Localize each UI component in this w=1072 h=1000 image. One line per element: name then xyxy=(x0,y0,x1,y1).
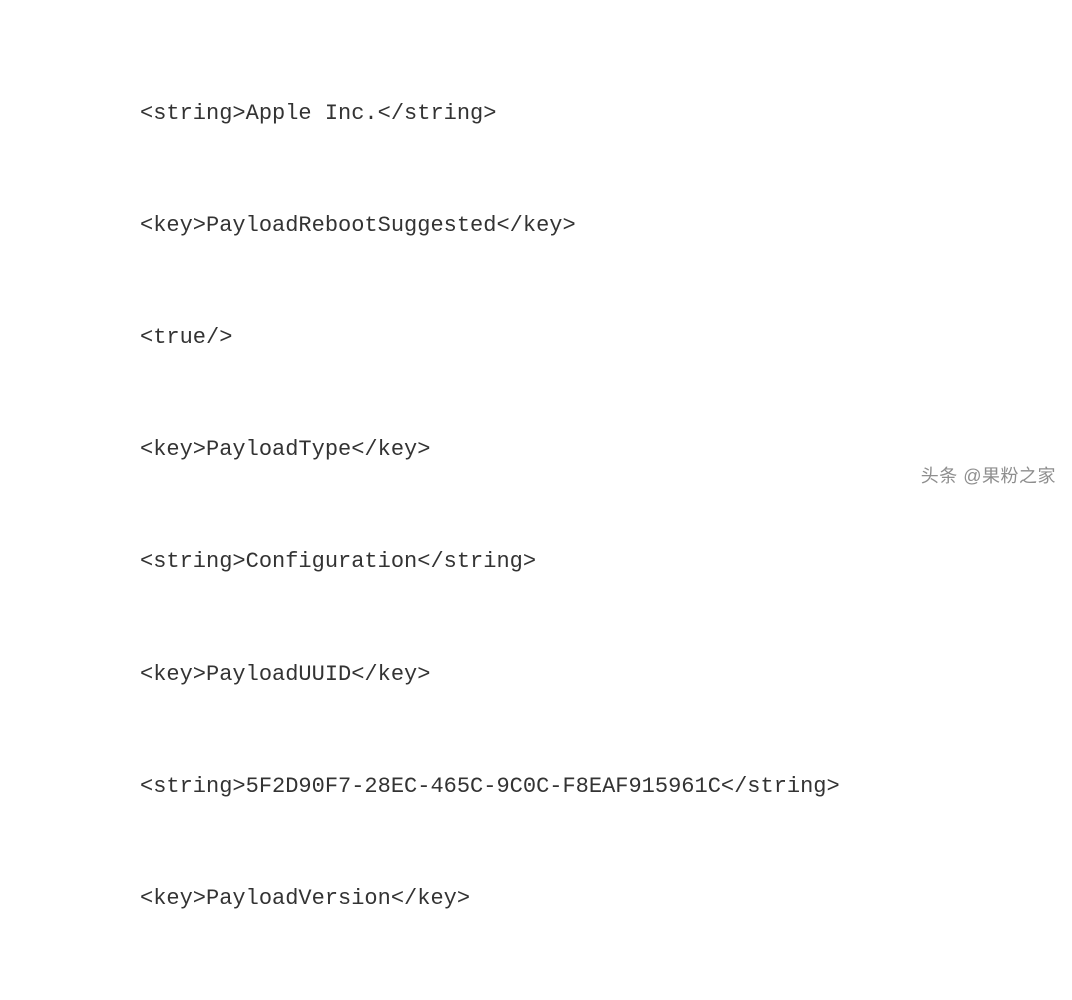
code-line-key-payloadversion: <key>PayloadVersion</key> xyxy=(40,880,1032,917)
code-line-string-configuration: <string>Configuration</string> xyxy=(40,543,1032,580)
code-line-integer: <integer>1</integer> xyxy=(40,992,1032,1000)
code-line-string-uuid: <string>5F2D90F7-28EC-465C-9C0C-F8EAF915… xyxy=(40,768,1032,805)
code-line-string-apple: <string>Apple Inc.</string> xyxy=(40,95,1032,132)
watermark-text: 头条 @果粉之家 xyxy=(921,461,1056,492)
code-line-key-payloaduuid: <key>PayloadUUID</key> xyxy=(40,656,1032,693)
code-line-key-payloadtype: <key>PayloadType</key> xyxy=(40,431,1032,468)
plist-code-block: <string>Apple Inc.</string> <key>Payload… xyxy=(40,20,1032,1000)
code-line-key-reboot: <key>PayloadRebootSuggested</key> xyxy=(40,207,1032,244)
code-line-true: <true/> xyxy=(40,319,1032,356)
